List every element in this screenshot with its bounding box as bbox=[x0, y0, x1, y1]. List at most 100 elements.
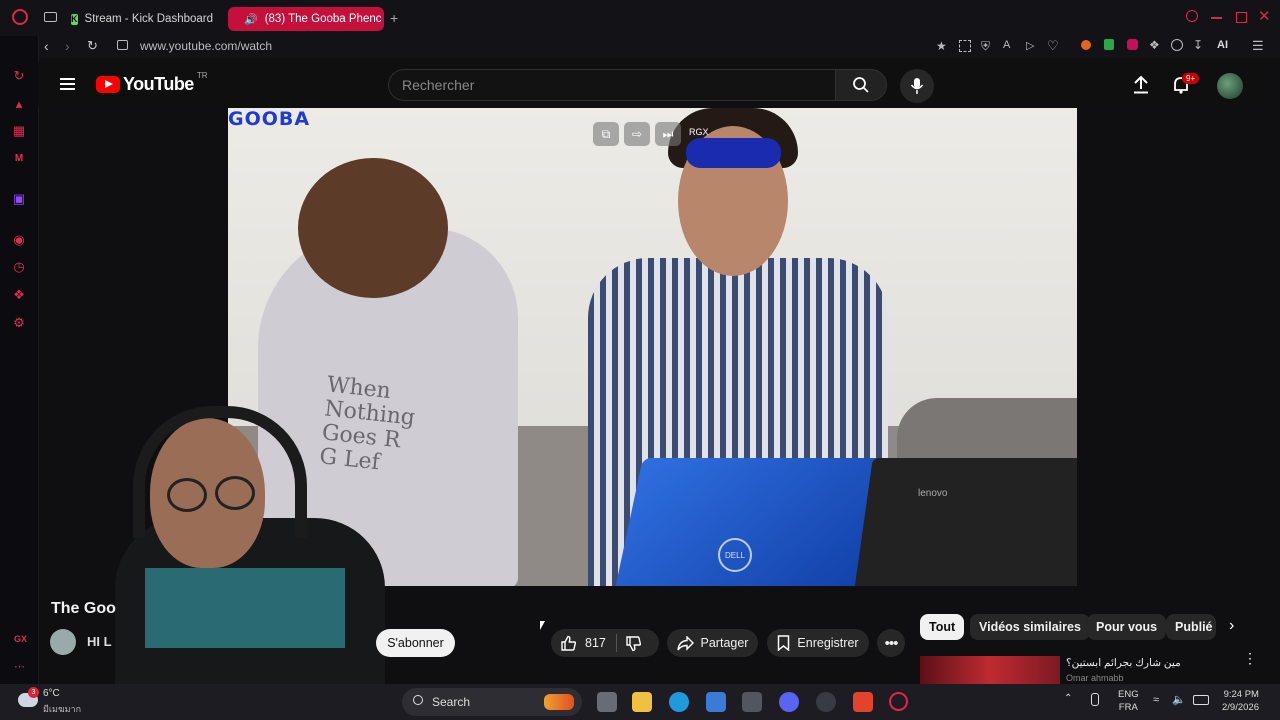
volume-icon[interactable]: 🔈 bbox=[1172, 693, 1186, 706]
recommendation-channel[interactable]: Omar ahmabb bbox=[1066, 673, 1124, 683]
more-actions-button[interactable]: ••• bbox=[877, 629, 905, 657]
search-input[interactable]: Rechercher bbox=[388, 69, 835, 101]
chip-published[interactable]: Publié bbox=[1166, 614, 1216, 640]
easy-setup-icon[interactable]: ☰ bbox=[1252, 38, 1264, 54]
back-icon[interactable]: ‹ bbox=[44, 38, 49, 54]
clock[interactable]: 9:24 PM 2/9/2026 bbox=[1222, 688, 1259, 714]
upload-icon bbox=[1134, 75, 1148, 94]
messenger-icon[interactable]: M bbox=[12, 151, 26, 165]
save-button[interactable]: Enregistrer bbox=[767, 629, 869, 657]
subscribe-button[interactable]: S'abonner bbox=[376, 629, 455, 657]
chip-all[interactable]: Tout bbox=[920, 614, 965, 640]
forward-icon[interactable]: › bbox=[65, 38, 70, 54]
pin-icon[interactable]: ★ bbox=[936, 39, 947, 53]
gx-label[interactable]: GX bbox=[14, 634, 27, 644]
address-bar-row: ‹ › ↻ www.youtube.com/watch ★ ⛨ A ▷ ♡ ❖ … bbox=[38, 36, 1280, 58]
download-icon[interactable]: ↧ bbox=[1193, 38, 1203, 52]
minimize-icon[interactable] bbox=[1211, 17, 1222, 19]
store-icon[interactable] bbox=[706, 692, 726, 712]
youtube-logo[interactable]: YouTube TR bbox=[96, 71, 208, 95]
mouse-cursor bbox=[540, 621, 545, 630]
search-button[interactable] bbox=[835, 69, 887, 101]
file-explorer-icon[interactable] bbox=[632, 692, 652, 712]
tab-youtube-video[interactable]: 🔊 (83) The Gooba Phenc bbox=[228, 7, 384, 31]
controller-icon[interactable]: ▦ bbox=[12, 123, 26, 138]
search-highlight-icon bbox=[544, 694, 574, 710]
dislike-icon[interactable] bbox=[625, 635, 642, 652]
speed-dial-icon[interactable]: ↻ bbox=[12, 68, 26, 83]
weather-condition[interactable]: มีเมฆมาก bbox=[43, 702, 81, 716]
channel-name[interactable]: HI L bbox=[87, 634, 112, 649]
tab-kick-dashboard[interactable]: K Stream - Kick Dashboard bbox=[62, 7, 222, 31]
language-indicator[interactable]: ENG FRA bbox=[1118, 688, 1139, 714]
player-icon[interactable]: ◉ bbox=[12, 232, 26, 247]
chevron-up-icon[interactable]: ⌃ bbox=[1064, 693, 1072, 704]
close-icon[interactable]: ✕ bbox=[1258, 7, 1271, 25]
new-tab-icon[interactable]: + bbox=[390, 10, 398, 26]
speaker-icon[interactable]: 🔊 bbox=[244, 13, 258, 26]
search-tabs-icon[interactable] bbox=[1186, 10, 1198, 22]
share-icon bbox=[676, 635, 694, 651]
task-view-icon[interactable] bbox=[597, 692, 617, 712]
discord-icon[interactable] bbox=[779, 692, 799, 712]
edge-icon[interactable] bbox=[669, 692, 689, 712]
weather-temp[interactable]: 6°C bbox=[43, 688, 60, 699]
webcam-glasses-right bbox=[215, 476, 255, 510]
settings-icon[interactable]: ⚙ bbox=[12, 315, 26, 330]
next-icon[interactable]: ⏭ bbox=[655, 122, 681, 146]
opera-logo-icon[interactable] bbox=[12, 9, 28, 25]
more-icon[interactable]: ⋯ bbox=[14, 660, 25, 673]
extension-green-icon[interactable] bbox=[1104, 39, 1114, 50]
heart-icon[interactable]: ♡ bbox=[1047, 38, 1059, 54]
kebab-menu-icon[interactable]: ⋮ bbox=[1243, 651, 1257, 665]
reload-icon[interactable]: ↻ bbox=[87, 38, 98, 54]
voice-search-button[interactable] bbox=[900, 69, 934, 103]
extensions-icon[interactable]: ❖ bbox=[1149, 38, 1160, 52]
channel-avatar[interactable] bbox=[50, 629, 76, 655]
shield-icon[interactable]: ⛨ bbox=[981, 39, 990, 54]
bag-icon[interactable]: ▴ bbox=[12, 96, 26, 111]
obs-icon[interactable] bbox=[816, 692, 836, 712]
like-count[interactable]: 817 bbox=[585, 636, 606, 650]
video-person-left-head bbox=[298, 158, 448, 298]
share-button[interactable]: Partager bbox=[667, 629, 758, 657]
app-icon[interactable] bbox=[742, 692, 762, 712]
overlay-label[interactable]: RGX bbox=[689, 127, 709, 137]
url-text[interactable]: www.youtube.com/watch bbox=[140, 39, 272, 53]
maximize-icon[interactable] bbox=[1236, 12, 1247, 23]
enter-icon[interactable]: ⇨ bbox=[624, 122, 650, 146]
upload-button[interactable] bbox=[1133, 75, 1149, 94]
wifi-icon[interactable]: ≈ bbox=[1153, 694, 1159, 706]
workspaces-icon[interactable] bbox=[44, 12, 57, 22]
battery-icon[interactable] bbox=[1193, 695, 1209, 705]
youtube-header: YouTube TR Rechercher 9+ bbox=[38, 62, 1268, 108]
history-icon[interactable]: ◷ bbox=[12, 259, 26, 274]
recommendation-title[interactable]: مين شارك بجرائم ابستين؟ bbox=[1066, 657, 1196, 669]
opera-gx-icon[interactable] bbox=[889, 692, 908, 711]
chip-for-you[interactable]: Pour vous bbox=[1087, 614, 1167, 640]
microphone-tray-icon[interactable] bbox=[1091, 693, 1099, 706]
account-avatar[interactable] bbox=[1217, 73, 1243, 99]
lenovo-logo: lenovo bbox=[918, 488, 948, 499]
chip-related[interactable]: Vidéos similaires bbox=[970, 614, 1090, 640]
popout-icon[interactable]: ⧉ bbox=[593, 122, 619, 146]
aria-ai-button[interactable]: AI bbox=[1217, 39, 1228, 51]
play-icon[interactable]: ▷ bbox=[1026, 39, 1034, 52]
snapshot-icon[interactable] bbox=[959, 40, 971, 52]
lock-icon[interactable] bbox=[117, 40, 128, 50]
profile-icon[interactable] bbox=[1171, 39, 1183, 51]
taskbar-search[interactable]: Search bbox=[402, 688, 582, 716]
brave-icon[interactable] bbox=[853, 692, 873, 712]
like-icon[interactable] bbox=[560, 635, 577, 652]
extensions-sidebar-icon[interactable]: ❖ bbox=[12, 287, 26, 302]
like-dislike-group: 817 bbox=[551, 629, 659, 657]
translate-icon[interactable]: A bbox=[1003, 39, 1010, 51]
extension-pink-icon[interactable] bbox=[1127, 39, 1138, 50]
webcam-shirt bbox=[145, 568, 345, 648]
menu-icon[interactable] bbox=[60, 78, 75, 80]
extension-orange-icon[interactable] bbox=[1081, 40, 1091, 50]
twitch-icon[interactable]: ▣ bbox=[12, 191, 26, 206]
webcam-glasses-left bbox=[167, 478, 207, 512]
chevron-right-icon[interactable]: › bbox=[1229, 617, 1234, 635]
recommendation-thumbnail[interactable] bbox=[920, 656, 1060, 686]
